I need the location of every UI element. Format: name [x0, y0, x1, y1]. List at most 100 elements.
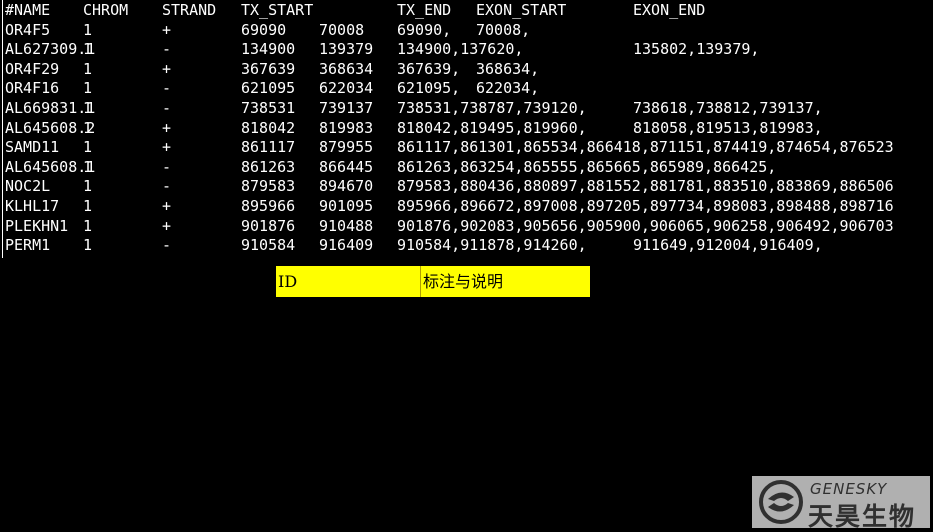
table-cell: 861263 [241, 157, 296, 176]
table-cell: 910488 [319, 216, 374, 235]
table-row: AL645608.2 1 +818042 819983 818042,819495,81… [5, 119, 933, 139]
genesky-logo-icon [759, 480, 803, 524]
table-header: #NAME CHROM STRAND TX_START TX_END EXON_START… [5, 1, 933, 21]
table-cell: 1 [83, 197, 93, 215]
table-cell: OR4F29 [5, 59, 60, 78]
column-header: EXON_START [476, 1, 567, 19]
table-cell: 818042,819495,819960, [397, 118, 587, 137]
table-cell: + [162, 59, 172, 78]
table-cell: 861117 [241, 138, 296, 157]
table-cell: AL627309.1 [5, 40, 96, 59]
table-cell: 901095 [319, 197, 374, 215]
table-cell: 622034, [476, 79, 540, 98]
table-cell: + [162, 197, 172, 215]
table-cell: OR4F5 [5, 20, 51, 39]
table-cell: 879583 [241, 177, 296, 196]
table-cell: - [162, 157, 172, 176]
table-row: OR4F5 1 +69090 70008 69090, 70008, [5, 21, 933, 41]
table-cell: 134900,137620, [397, 40, 524, 59]
table-row: AL669831.1 1 - 738531 739137 738531,738787,73… [5, 99, 933, 119]
table-cell: 901876,902083,905656,905900,906065,90625… [397, 216, 894, 235]
table-cell: 1 [83, 79, 93, 98]
table-row: OR4F29 1 +367639 368634 367639, 368634, [5, 60, 933, 80]
table-row: PLEKHN1 1 +901876 910488 901876,902083,90565… [5, 217, 933, 237]
table-cell: 622034 [319, 79, 374, 98]
table-cell: OR4F16 [5, 79, 60, 98]
legend-bar: ID 标注与说明 [276, 266, 590, 297]
table-row: AL645608.1 1 - 861263 866445 861263,863254,86… [5, 158, 933, 178]
table-cell: 70008, [476, 20, 531, 39]
table-cell: 1 [83, 99, 93, 117]
table-cell: 1 [83, 40, 93, 59]
genesky-watermark: GENESKY 天昊生物 [752, 476, 930, 528]
watermark-brand-en: GENESKY [810, 480, 888, 498]
table-cell: AL645608.2 [5, 118, 96, 137]
table-cell: PLEKHN1 [5, 216, 69, 235]
table-cell: - [162, 40, 172, 59]
table-cell: 367639 [241, 59, 296, 78]
table-cell: - [162, 177, 172, 196]
legend-note-cell: 标注与说明 [423, 272, 504, 291]
table-cell: 1 [83, 20, 93, 39]
table-cell: 894670 [319, 177, 374, 196]
table-row: KLHL17 1 +895966 901095 895966,896672,897008… [5, 197, 933, 217]
table-cell: 69090 [241, 20, 287, 39]
column-header: #NAME [5, 1, 51, 19]
table-cell: 861263,863254,865555,865665,865989,86642… [397, 157, 777, 176]
table-cell: - [162, 236, 172, 255]
table-cell: PERM1 [5, 236, 51, 255]
table-cell: AL669831.1 [5, 99, 96, 117]
table-cell: 879955 [319, 138, 374, 157]
column-header: EXON_END [633, 1, 706, 19]
table-cell: 916409 [319, 236, 374, 255]
table-cell: 879583,880436,880897,881552,881781,88351… [397, 177, 894, 196]
table-row: AL627309.1 1 - 134900 139379 134900,137620, 13… [5, 40, 933, 60]
table-cell: 818058,819513,819983, [633, 118, 823, 137]
table-cell: 866445 [319, 157, 374, 176]
table-cell: 367639, [397, 59, 461, 78]
table-cell: 70008 [319, 20, 365, 39]
table-cell: 895966 [241, 197, 296, 215]
table-cell: 910584,911878,914260, [397, 236, 587, 255]
table-cell: 819983 [319, 118, 374, 137]
table-cell: + [162, 118, 172, 137]
table-cell: 69090, [397, 20, 452, 39]
table-cell: 911649,912004,916409, [633, 236, 823, 255]
table-cell: 135802,139379, [633, 40, 760, 59]
table-cell: 1 [83, 118, 93, 137]
table-cell: 1 [83, 59, 93, 78]
table-cell: 1 [83, 236, 93, 255]
table-cell: 738531,738787,739120, [397, 99, 587, 117]
table-cell: 139379 [319, 40, 374, 59]
table-cell: 901876 [241, 216, 296, 235]
table-cell: 621095 [241, 79, 296, 98]
table-cell: SAMD11 [5, 138, 60, 157]
legend-id-cell: ID [276, 266, 421, 297]
table-cell: NOC2L [5, 177, 51, 196]
table-cell: 895966,896672,897008,897205,897734,89808… [397, 197, 894, 215]
table-cell: + [162, 20, 172, 39]
table-cell: 134900 [241, 40, 296, 59]
table-cell: 368634, [476, 59, 540, 78]
table-cell: AL645608.1 [5, 157, 96, 176]
terminal-window: #NAME CHROM STRAND TX_START TX_END EXON_START… [2, 0, 933, 258]
table-row: NOC2L 1 - 879583 894670 879583,880436,880897,… [5, 177, 933, 197]
table-row: SAMD11 1 +861117 879955 861117,861301,865534… [5, 138, 933, 158]
table-cell: KLHL17 [5, 197, 60, 215]
column-header: CHROM [83, 1, 129, 19]
table-cell: + [162, 138, 172, 157]
table-cell: 368634 [319, 59, 374, 78]
table-cell: 739137 [319, 99, 374, 117]
column-header: TX_END [397, 1, 452, 19]
table-cell: 1 [83, 138, 93, 157]
table-cell: 738618,738812,739137, [633, 99, 823, 117]
table-cell: 738531 [241, 99, 296, 117]
table-row: PERM1 1 - 910584 916409 910584,911878,914260,… [5, 236, 933, 256]
table-cell: 818042 [241, 118, 296, 137]
table-cell: 910584 [241, 236, 296, 255]
table-cell: - [162, 79, 172, 98]
table-cell: 861117,861301,865534,866418,871151,87441… [397, 138, 894, 157]
column-header: STRAND [162, 1, 217, 19]
table-cell: 1 [83, 177, 93, 196]
table-cell: + [162, 216, 172, 235]
